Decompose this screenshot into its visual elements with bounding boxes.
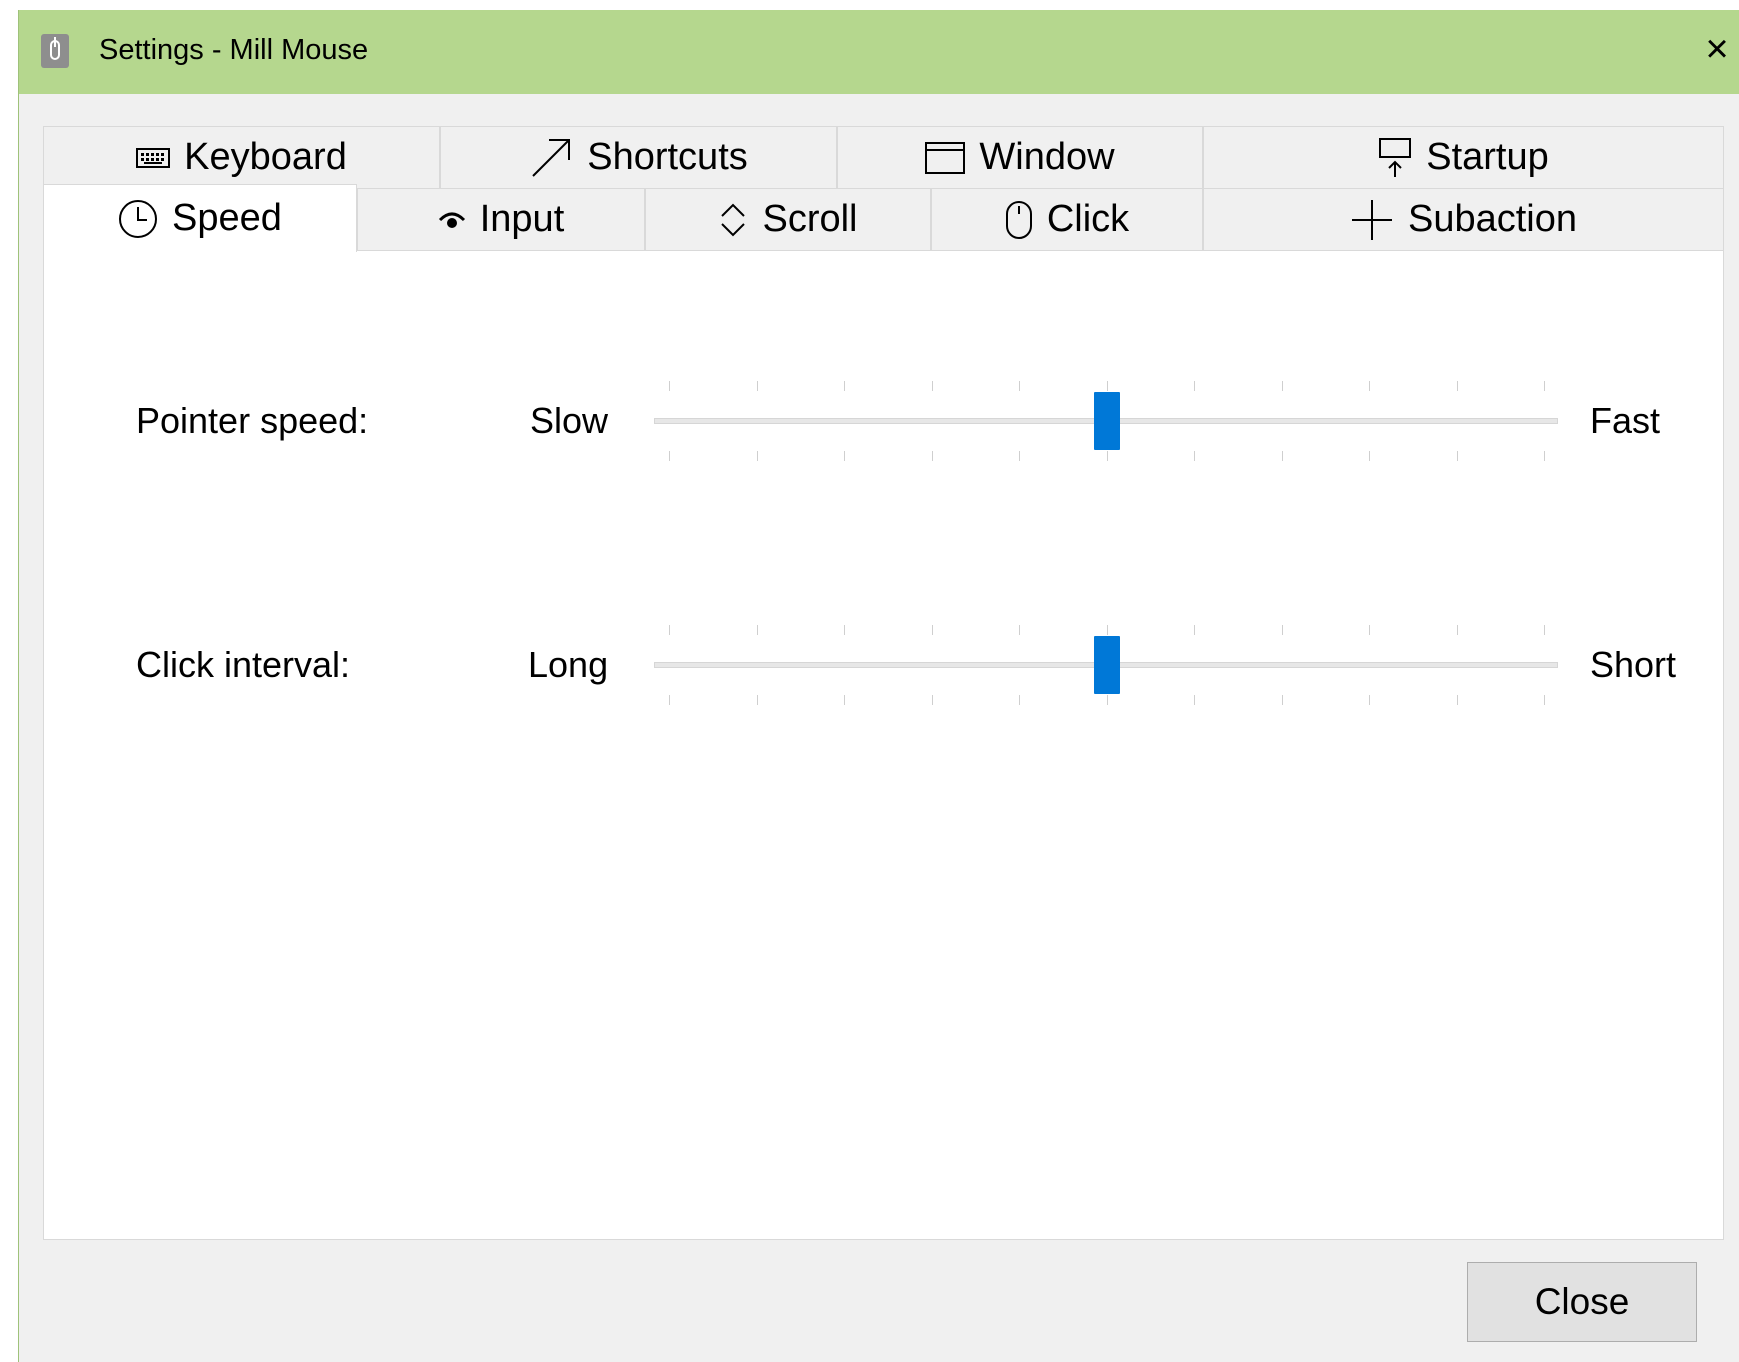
close-button[interactable]: Close (1467, 1262, 1697, 1342)
clock-icon (118, 199, 158, 239)
tab-click[interactable]: Click (931, 188, 1203, 250)
slider-tick (1019, 381, 1020, 391)
slider-tick (931, 381, 933, 391)
slider-tick (669, 695, 670, 705)
click-interval-thumb[interactable] (1093, 636, 1120, 694)
title-bar[interactable]: Settings - Mill Mouse × (19, 10, 1739, 94)
mouse-app-icon (41, 34, 69, 68)
tab-window[interactable]: Window (837, 126, 1203, 188)
plus-icon (1350, 198, 1394, 242)
window-close-button[interactable]: × (1695, 24, 1739, 74)
keyboard-icon (136, 147, 171, 169)
slider-tick (756, 451, 758, 461)
slider-tick (1544, 451, 1545, 461)
tab-startup[interactable]: Startup (1203, 126, 1724, 188)
tab-label: Subaction (1407, 198, 1577, 240)
slider-tick (1456, 451, 1458, 461)
slider-tick (756, 695, 758, 705)
tab-scroll[interactable]: Scroll (645, 188, 931, 250)
slider-tick (1456, 695, 1458, 705)
slider-tick (669, 381, 670, 391)
slider-tick (931, 451, 933, 461)
click-interval-max-label: Short (1590, 644, 1677, 685)
slider-tick (844, 625, 845, 635)
pointer-speed-label: Pointer speed: (136, 400, 369, 441)
slider-tick (1456, 625, 1458, 635)
tab-shortcuts[interactable]: Shortcuts (440, 126, 837, 188)
slider-tick (1544, 625, 1545, 635)
slider-tick (1281, 451, 1283, 461)
slider-tick (1544, 695, 1545, 705)
tab-label: Scroll (762, 198, 858, 240)
slider-tick (1281, 625, 1283, 635)
pointer-speed-min-label: Slow (530, 400, 609, 441)
settings-window: Settings - Mill Mouse × Keyboard Shortcu… (18, 10, 1739, 1362)
tab-label: Speed (172, 197, 282, 239)
tab-speed[interactable]: Speed (43, 184, 357, 252)
tab-row-bottom: Speed Input Scroll Click Subaction (43, 184, 1724, 252)
speed-panel: Pointer speed: Slow Fast Click interval:… (43, 250, 1724, 1240)
slider-tick (1369, 695, 1370, 705)
tab-subaction[interactable]: Subaction (1203, 188, 1724, 250)
slider-tick (669, 451, 670, 461)
scroll-icon (718, 200, 748, 240)
tab-label: Shortcuts (587, 136, 748, 178)
slider-tick (1369, 451, 1370, 461)
slider-tick (1281, 695, 1283, 705)
slider-tick (1456, 381, 1458, 391)
slider-tick (1106, 451, 1108, 461)
slider-tick (1194, 451, 1195, 461)
tab-label: Window (979, 136, 1115, 178)
click-interval-label: Click interval: (136, 644, 351, 685)
click-interval-min-label: Long (528, 644, 609, 685)
slider-tick (1106, 625, 1108, 635)
slider-tick (1019, 625, 1020, 635)
slider-tick (1281, 381, 1283, 391)
startup-icon (1378, 137, 1412, 179)
slider-tick (1369, 625, 1370, 635)
slider-tick (844, 451, 845, 461)
tab-label: Input (479, 198, 565, 240)
slider-tick (931, 695, 933, 705)
slider-tick (756, 625, 758, 635)
window-title: Settings - Mill Mouse (99, 34, 369, 66)
window-icon (925, 141, 966, 175)
slider-tick (1106, 381, 1108, 391)
tab-keyboard[interactable]: Keyboard (43, 126, 440, 188)
tab-label: Keyboard (184, 136, 347, 178)
input-icon (438, 210, 466, 230)
slider-tick (1106, 695, 1108, 705)
slider-tick (1544, 381, 1545, 391)
tab-row-top: Keyboard Shortcuts Window Startup (43, 126, 1724, 188)
slider-tick (1194, 625, 1195, 635)
slider-tick (844, 695, 845, 705)
mouse-icon (1005, 200, 1033, 240)
pointer-speed-max-label: Fast (1590, 400, 1661, 441)
tab-input[interactable]: Input (357, 188, 645, 250)
slider-tick (1019, 451, 1020, 461)
slider-tick (1194, 381, 1195, 391)
slider-tick (931, 625, 933, 635)
slider-tick (1369, 381, 1370, 391)
slider-tick (1194, 695, 1195, 705)
slider-tick (844, 381, 845, 391)
slider-tick (669, 625, 670, 635)
tab-label: Click (1046, 198, 1130, 240)
tab-label: Startup (1426, 136, 1549, 178)
arrow-up-right-icon (529, 136, 573, 180)
pointer-speed-thumb[interactable] (1093, 392, 1120, 450)
slider-tick (1019, 695, 1020, 705)
slider-tick (756, 381, 758, 391)
